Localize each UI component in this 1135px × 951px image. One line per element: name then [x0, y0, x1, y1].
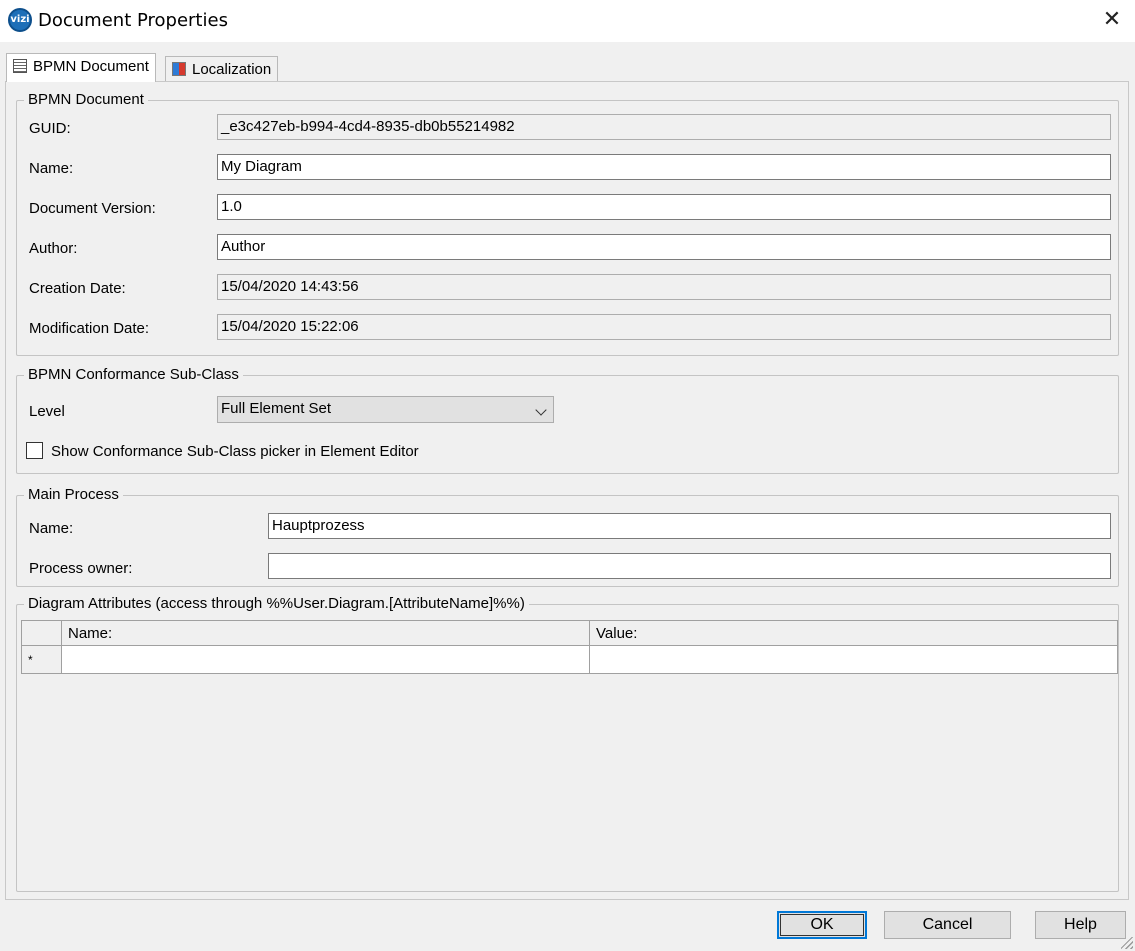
level-label: Level	[29, 403, 65, 420]
process-owner-field[interactable]	[268, 553, 1111, 579]
title-bar: vizi Document Properties ✕	[0, 0, 1135, 42]
tab-bpmn-document[interactable]: BPMN Document	[6, 53, 156, 82]
process-name-label: Name:	[29, 520, 74, 537]
diagram-attributes-group: Diagram Attributes (access through %%Use…	[16, 595, 1119, 892]
tab-localization[interactable]: Localization	[165, 56, 279, 82]
tab-label: BPMN Document	[33, 58, 149, 75]
conformance-picker-label: Show Conformance Sub-Class picker in Ele…	[51, 443, 419, 460]
localization-icon	[172, 62, 186, 76]
grid-header: Name: Value:	[22, 621, 1117, 646]
column-header-name[interactable]: Name:	[62, 621, 590, 645]
modification-date-field[interactable]: 15/04/2020 15:22:06	[217, 314, 1111, 340]
tab-label: Localization	[192, 61, 272, 78]
main-process-group: Main Process Name: Hauptprozess Process …	[16, 486, 1119, 587]
creation-date-label: Creation Date:	[29, 280, 126, 297]
close-icon[interactable]: ✕	[1089, 0, 1135, 42]
app-icon: vizi	[8, 8, 32, 32]
level-select[interactable]: Full Element Set	[217, 396, 554, 423]
group-legend: BPMN Conformance Sub-Class	[24, 366, 243, 384]
tab-pane: BPMN Document GUID: _e3c427eb-b994-4cd4-…	[5, 81, 1129, 900]
column-header-value[interactable]: Value:	[590, 621, 1119, 645]
new-row-marker: *	[22, 646, 62, 673]
version-label: Document Version:	[29, 200, 156, 217]
value-cell[interactable]	[590, 646, 1119, 673]
document-name-field[interactable]: My Diagram	[217, 154, 1111, 180]
conformance-picker-checkbox[interactable]	[26, 442, 43, 459]
table-row[interactable]: *	[22, 646, 1117, 673]
chevron-down-icon	[535, 404, 547, 416]
cancel-button[interactable]: Cancel	[884, 911, 1011, 939]
author-label: Author:	[29, 240, 78, 257]
process-owner-label: Process owner:	[29, 560, 133, 577]
group-legend: Diagram Attributes (access through %%Use…	[24, 595, 529, 613]
process-name-field[interactable]: Hauptprozess	[268, 513, 1111, 539]
level-select-value: Full Element Set	[221, 400, 332, 417]
guid-label: GUID:	[29, 120, 71, 137]
bpmn-document-group: BPMN Document GUID: _e3c427eb-b994-4cd4-…	[16, 91, 1119, 356]
document-icon	[13, 59, 27, 73]
window-title: Document Properties	[38, 10, 228, 31]
resize-grip-icon[interactable]	[1121, 937, 1133, 949]
guid-field[interactable]: _e3c427eb-b994-4cd4-8935-db0b55214982	[217, 114, 1111, 140]
group-legend: BPMN Document	[24, 91, 148, 109]
row-header-corner	[22, 621, 62, 645]
author-field[interactable]: Author	[217, 234, 1111, 260]
help-button[interactable]: Help	[1035, 911, 1126, 939]
conformance-group: BPMN Conformance Sub-Class Level Full El…	[16, 366, 1119, 474]
group-legend: Main Process	[24, 486, 123, 504]
name-cell[interactable]	[62, 646, 590, 673]
attributes-grid[interactable]: Name: Value: *	[21, 620, 1118, 674]
ok-button[interactable]: OK	[777, 911, 867, 939]
modification-date-label: Modification Date:	[29, 320, 150, 337]
document-version-field[interactable]: 1.0	[217, 194, 1111, 220]
creation-date-field[interactable]: 15/04/2020 14:43:56	[217, 274, 1111, 300]
name-label: Name:	[29, 160, 74, 177]
